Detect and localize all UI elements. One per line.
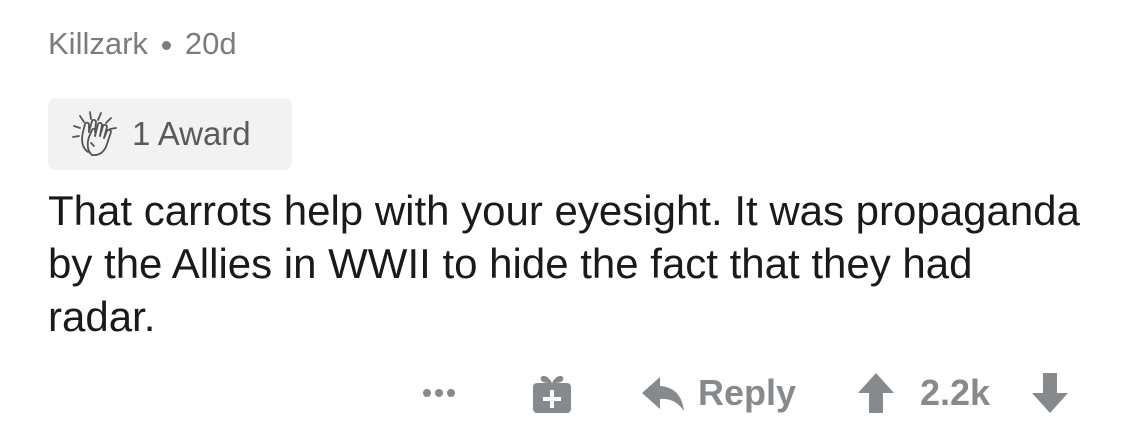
clapping-hands-icon: [72, 111, 117, 157]
comment-author[interactable]: Killzark: [48, 26, 148, 62]
upvote-arrow-icon: [858, 373, 894, 413]
comment-meta: Killzark 20d: [48, 24, 237, 64]
give-award-button[interactable]: [528, 366, 576, 420]
comment-actions: Reply 2.2k: [0, 366, 1125, 420]
more-options-button[interactable]: [414, 366, 464, 420]
comment: Killzark 20d 1 Award That carrots help w…: [0, 0, 1125, 431]
more-dots-icon: [423, 389, 431, 397]
reply-arrow-icon: [642, 377, 684, 411]
vote-score: 2.2k: [920, 372, 991, 413]
reply-label: Reply: [698, 372, 797, 413]
award-label: 1 Award: [132, 115, 251, 152]
award-chip[interactable]: 1 Award: [48, 98, 292, 170]
upvote-button[interactable]: [854, 366, 898, 420]
downvote-arrow-icon: [1032, 373, 1068, 413]
downvote-button[interactable]: [1028, 366, 1072, 420]
comment-age: 20d: [184, 26, 237, 61]
separator-dot: [161, 40, 171, 50]
comment-body: That carrots help with your eyesight. It…: [48, 187, 1080, 340]
reply-button[interactable]: Reply: [640, 366, 796, 420]
gift-icon: [533, 375, 571, 413]
